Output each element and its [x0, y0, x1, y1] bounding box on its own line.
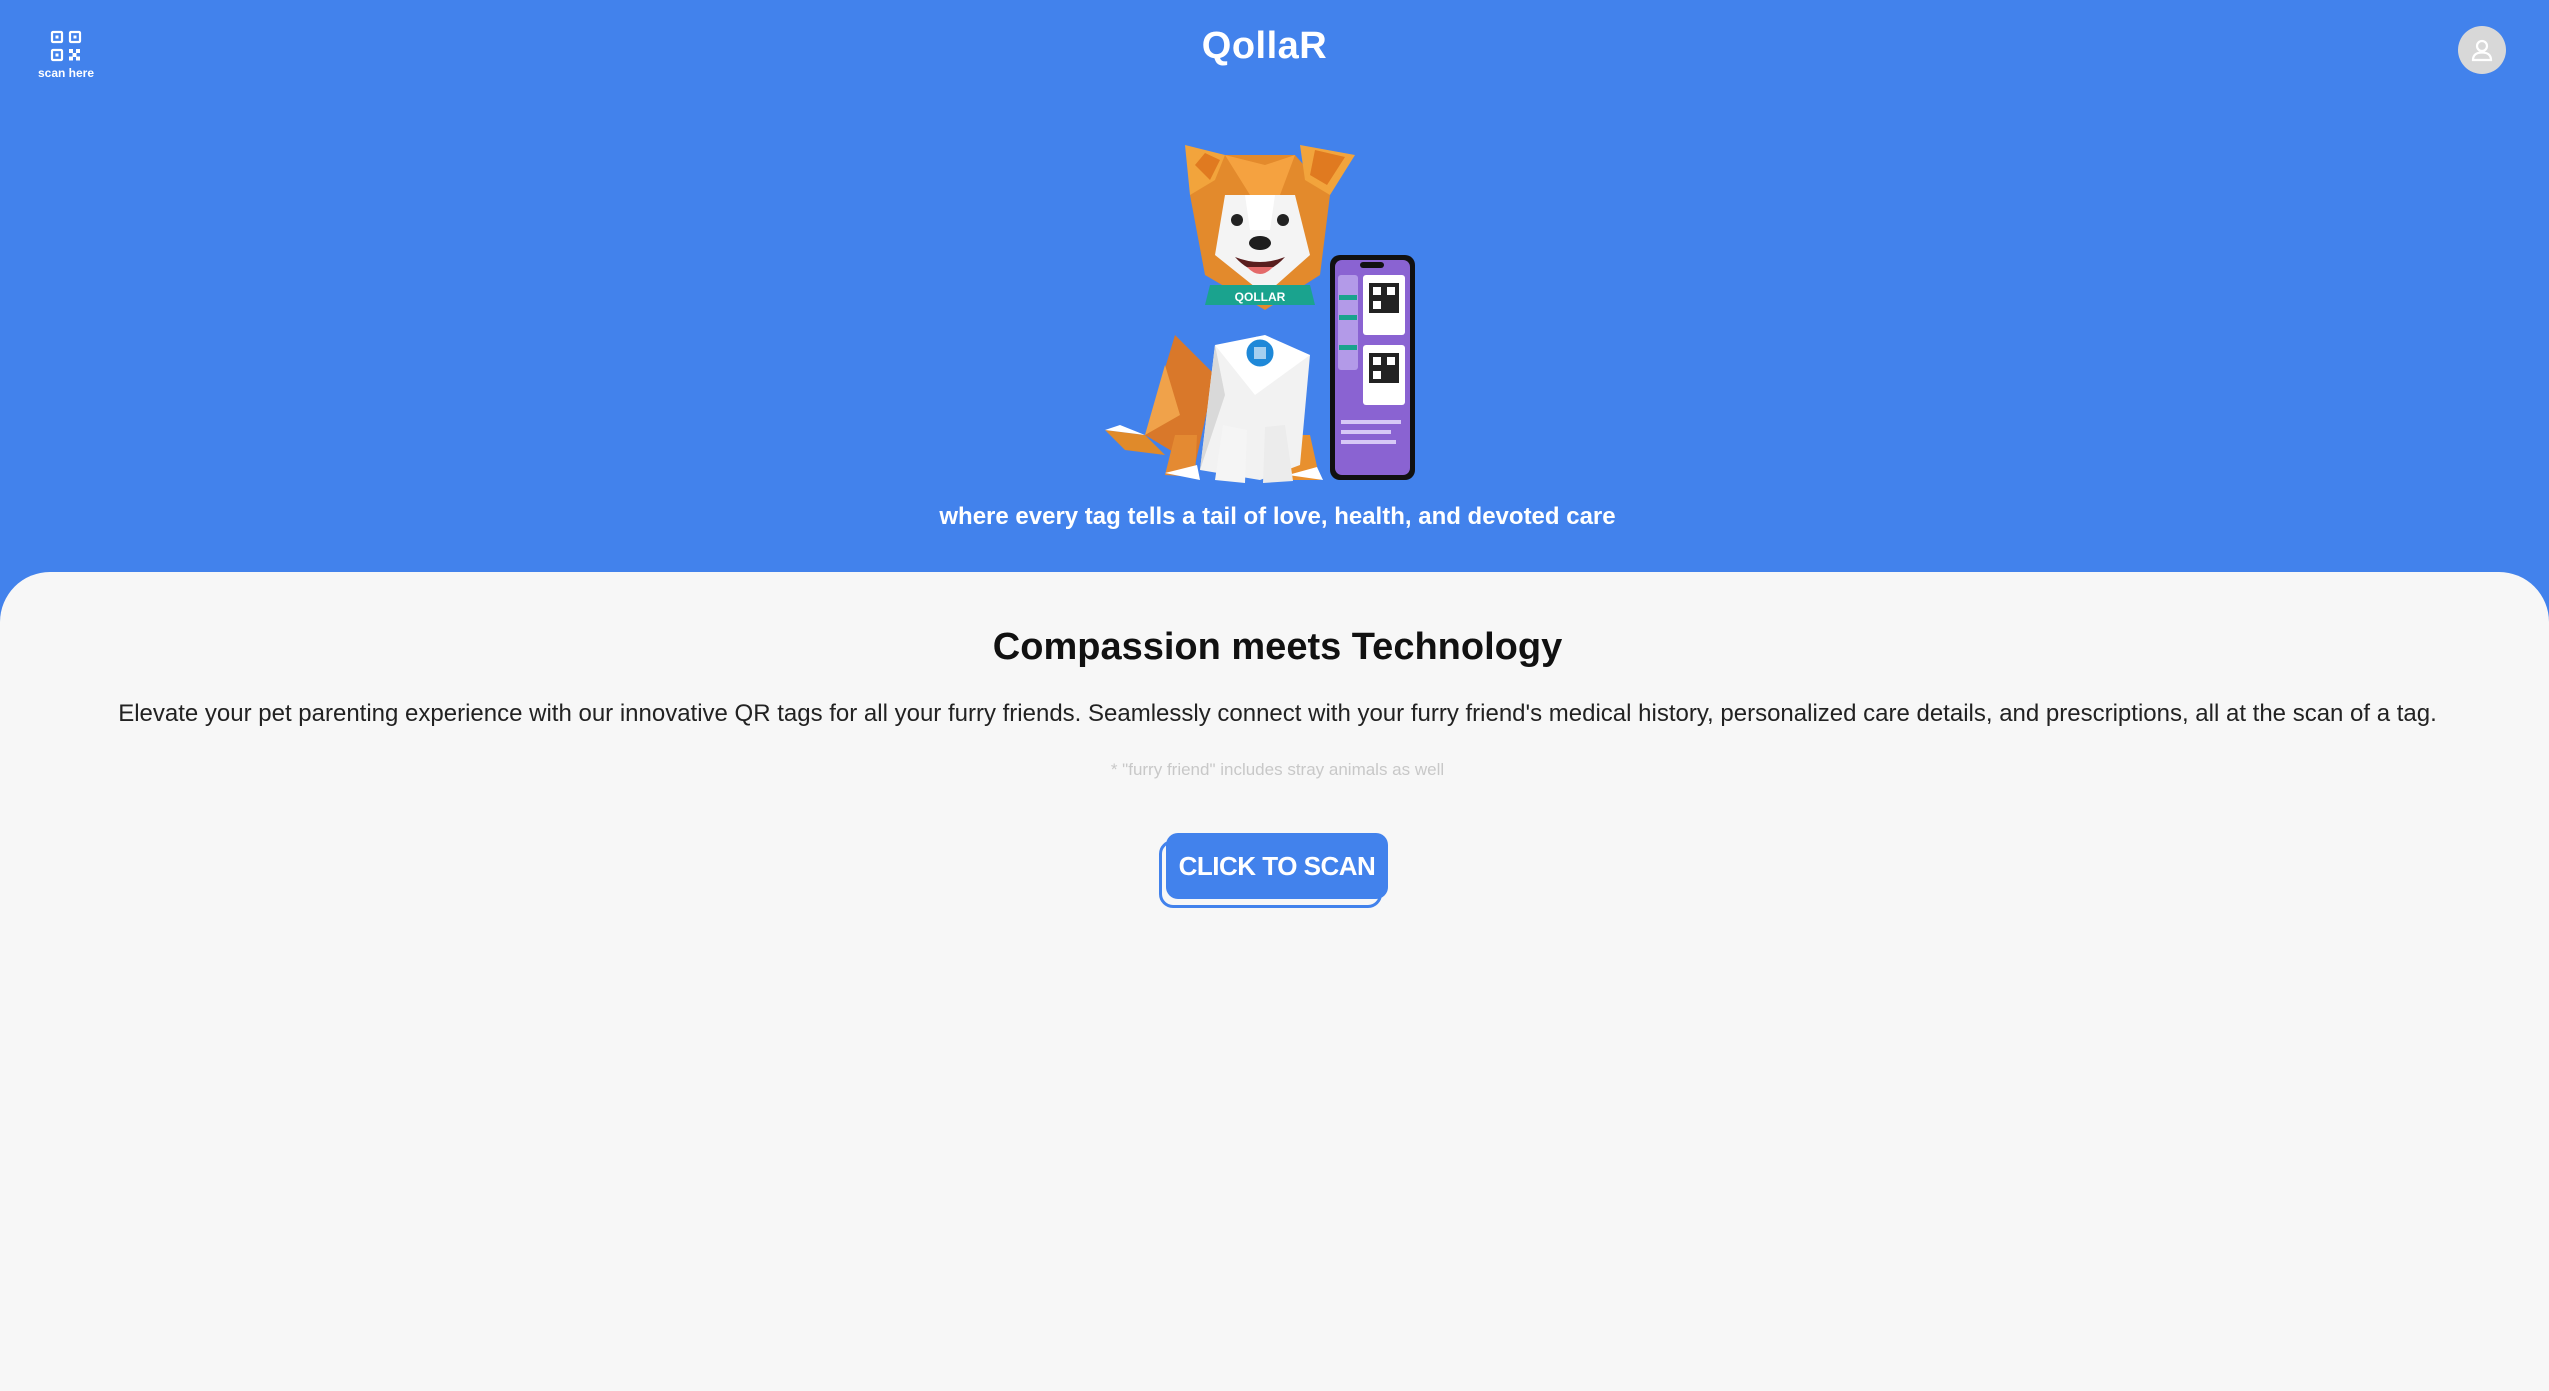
hero-tagline: where every tag tells a tail of love, he…: [939, 503, 1616, 530]
svg-text:QOLLAR: QOLLAR: [1235, 290, 1286, 304]
dog-with-phone-illustration: QOLLAR: [1105, 145, 1415, 483]
scan-here-label: scan here: [37, 66, 95, 80]
avatar-button[interactable]: [2458, 26, 2506, 74]
brand-title: QollaR: [1201, 25, 1328, 67]
user-icon: [2471, 39, 2493, 62]
section-description: Elevate your pet parenting experience wi…: [118, 700, 2437, 727]
main-content-panel: [0, 572, 2549, 1391]
section-heading: Compassion meets Technology: [992, 626, 1563, 668]
page: scan here QollaR QOLLAR where every tag …: [0, 0, 2549, 1391]
click-to-scan-button[interactable]: CLICK TO SCAN: [1166, 833, 1388, 899]
footnote: * "furry friend" includes stray animals …: [1110, 760, 1445, 779]
